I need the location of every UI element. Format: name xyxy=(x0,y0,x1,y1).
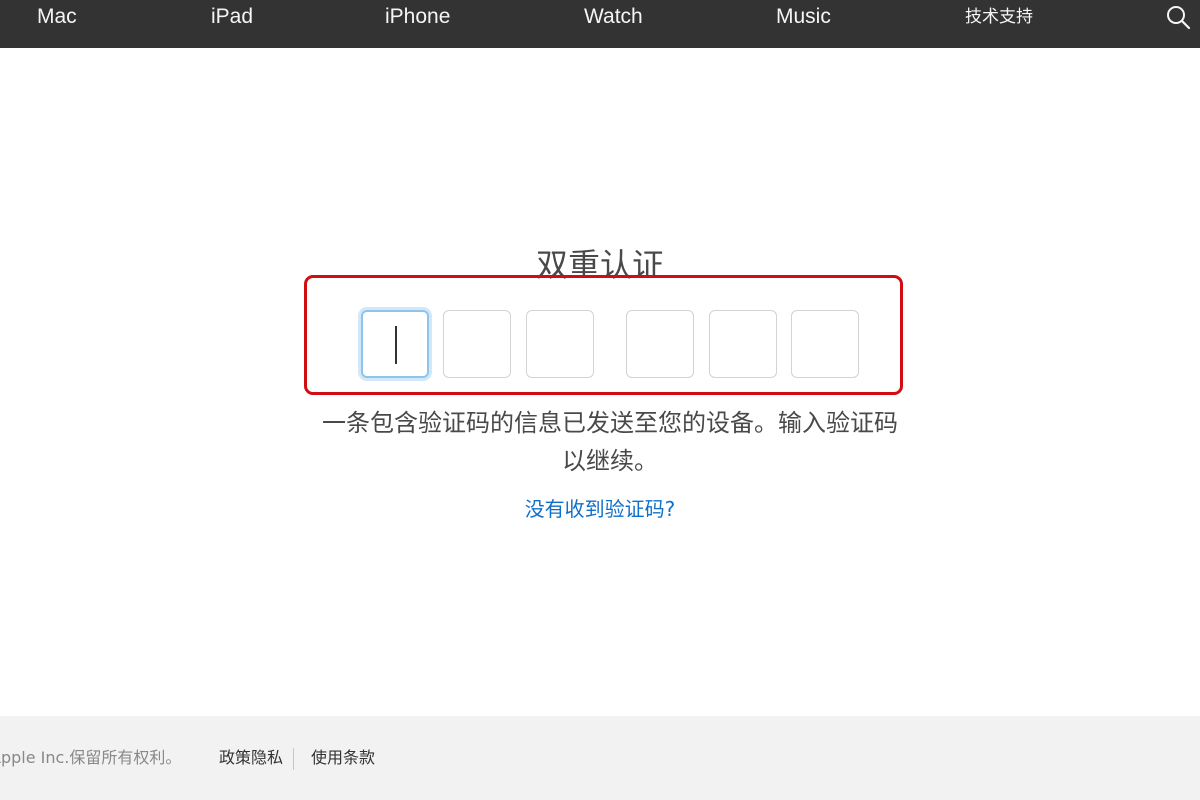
nav-item-iphone[interactable]: iPhone xyxy=(385,4,450,30)
code-digit-4[interactable] xyxy=(626,310,694,378)
nav-item-watch[interactable]: Watch xyxy=(584,4,643,30)
nav-item-mac[interactable]: Mac xyxy=(37,4,77,30)
text-caret xyxy=(395,326,397,364)
resend-code-container: 没有收到验证码? xyxy=(0,494,1200,524)
privacy-policy-link[interactable]: 政策隐私 xyxy=(219,747,283,769)
footer: Apple Inc.保留所有权利。 政策隐私 使用条款 xyxy=(0,716,1200,800)
code-digit-5[interactable] xyxy=(709,310,777,378)
code-digit-3[interactable] xyxy=(526,310,594,378)
instruction-line-2: 以继续。 xyxy=(562,447,658,475)
terms-of-use-link[interactable]: 使用条款 xyxy=(311,747,375,769)
instruction-message: 一条包含验证码的信息已发送至您的设备。输入验证码 以继续。 xyxy=(290,404,930,480)
code-digit-2[interactable] xyxy=(443,310,511,378)
instruction-line-1: 一条包含验证码的信息已发送至您的设备。输入验证码 xyxy=(322,409,898,437)
nav-item-ipad[interactable]: iPad xyxy=(211,4,253,30)
code-digit-6[interactable] xyxy=(791,310,859,378)
page-title: 双重认证 xyxy=(535,246,664,284)
nav-item-music[interactable]: Music xyxy=(776,4,831,30)
global-nav: Mac iPad iPhone Watch Music 技术支持 xyxy=(0,0,1200,48)
copyright-text: Apple Inc.保留所有权利。 xyxy=(0,748,182,767)
code-digit-1[interactable] xyxy=(361,310,429,378)
footer-divider xyxy=(293,748,294,770)
nav-item-support[interactable]: 技术支持 xyxy=(965,4,1033,30)
search-icon[interactable] xyxy=(1164,3,1192,31)
resend-code-link[interactable]: 没有收到验证码? xyxy=(525,497,676,521)
